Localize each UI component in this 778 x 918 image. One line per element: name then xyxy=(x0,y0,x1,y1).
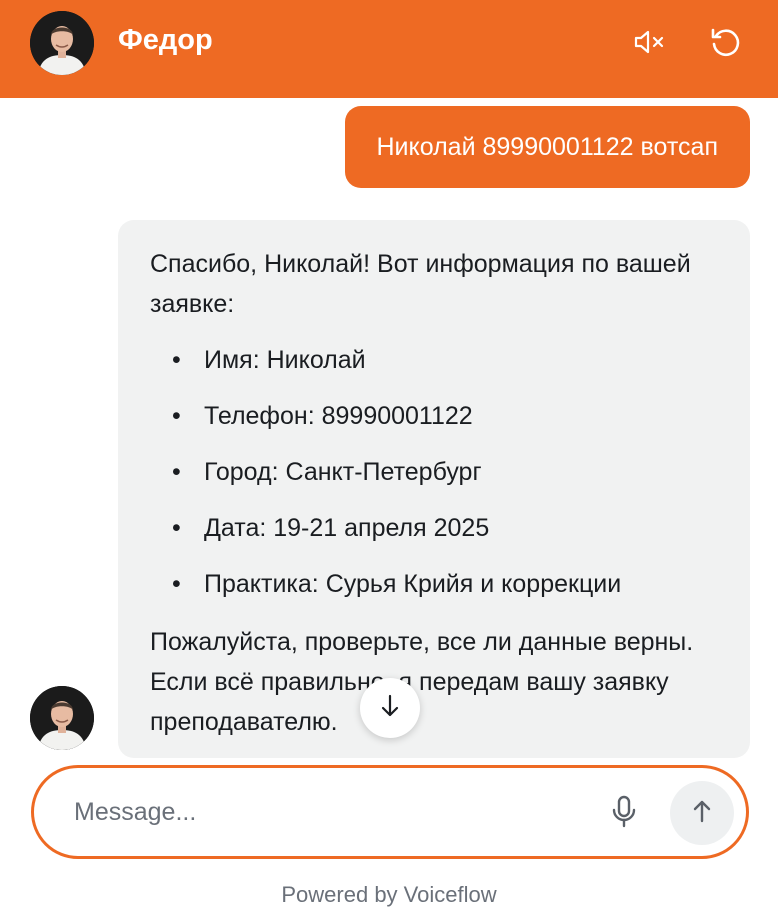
arrow-up-icon xyxy=(691,798,713,829)
message-input[interactable] xyxy=(74,792,594,832)
reset-icon xyxy=(708,25,742,64)
chat-header: Федор xyxy=(0,0,778,98)
reset-button[interactable] xyxy=(705,24,745,64)
scroll-to-bottom-button[interactable] xyxy=(360,678,420,738)
list-item: Имя: Николай xyxy=(172,340,718,380)
list-item: Телефон: 89990001122 xyxy=(172,396,718,436)
mute-button[interactable] xyxy=(630,24,670,64)
bot-message-bubble: Спасибо, Николай! Вот информация по ваше… xyxy=(118,220,750,758)
agent-avatar xyxy=(30,11,94,75)
user-message-bubble: Николай 89990001122 вотсап xyxy=(344,106,750,188)
list-item: Практика: Сурья Крийя и коррекции xyxy=(172,564,718,604)
message-composer xyxy=(31,765,749,859)
send-button[interactable] xyxy=(670,781,734,845)
microphone-icon xyxy=(609,794,639,835)
agent-name: Федор xyxy=(118,24,213,56)
list-item: Город: Санкт-Петербург xyxy=(172,452,718,492)
bot-message-outro: Пожалуйста, проверьте, все ли данные вер… xyxy=(150,628,694,736)
arrow-down-icon xyxy=(379,693,401,724)
microphone-button[interactable] xyxy=(602,792,646,836)
powered-by-footer: Powered by Voiceflow xyxy=(281,882,497,907)
bot-message-list: Имя: Николай Телефон: 89990001122 Город:… xyxy=(172,340,718,604)
bot-avatar xyxy=(30,686,94,750)
bot-message-intro: Спасибо, Николай! Вот информация по ваше… xyxy=(150,250,691,318)
list-item: Дата: 19-21 апреля 2025 xyxy=(172,508,718,548)
speaker-muted-icon xyxy=(633,28,667,61)
